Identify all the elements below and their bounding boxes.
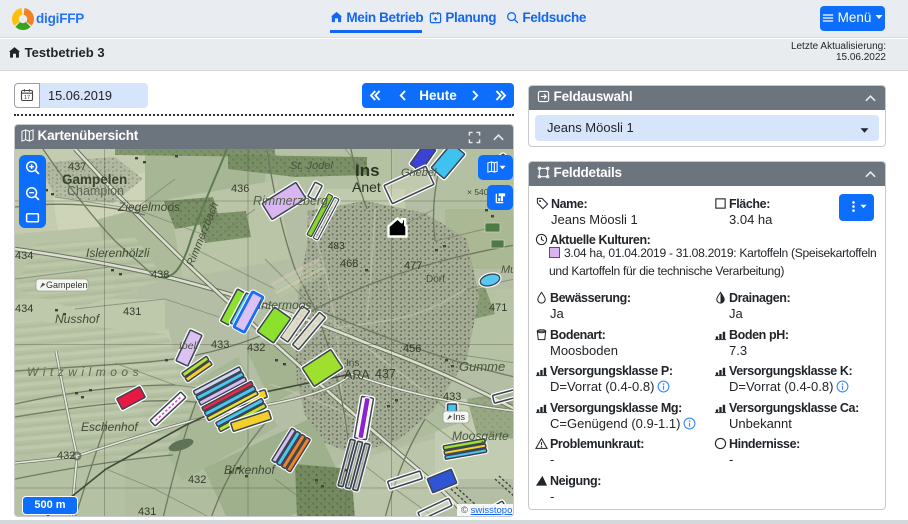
svg-text:432: 432 — [247, 342, 265, 354]
svg-text:437: 437 — [375, 367, 396, 381]
svg-text:471: 471 — [489, 302, 507, 314]
svg-text:Anet: Anet — [352, 179, 381, 195]
svg-text:Islerenhölzli: Islerenhölzli — [86, 246, 150, 260]
svg-text:× 540: × 540 — [467, 187, 489, 197]
svg-text:483: 483 — [328, 241, 345, 252]
svg-text:438: 438 — [151, 269, 169, 281]
svg-text:468: 468 — [340, 258, 358, 270]
svg-text:Witzwilmoos: Witzwilmoos — [27, 365, 143, 379]
svg-text:Birkenhof: Birkenhof — [224, 463, 276, 477]
svg-text:Eschenhof: Eschenhof — [81, 420, 139, 434]
svg-text:Ibeli: Ibeli — [179, 340, 199, 352]
svg-text:Gumme: Gumme — [459, 359, 505, 374]
svg-text:Dorf: Dorf — [426, 274, 445, 285]
svg-text:433: 433 — [443, 391, 461, 403]
svg-text:St. Jodel: St. Jodel — [290, 160, 333, 172]
svg-text:477: 477 — [404, 260, 422, 272]
svg-text:Nusshof: Nusshof — [55, 312, 101, 326]
svg-text:Ins: Ins — [346, 358, 359, 369]
svg-text:432: 432 — [57, 450, 75, 462]
svg-text:434: 434 — [15, 303, 33, 315]
svg-text:Rimmerzberg: Rimmerzberg — [253, 194, 328, 208]
svg-text:434: 434 — [15, 250, 33, 262]
svg-text:Mu: Mu — [501, 264, 514, 276]
svg-text:17: 17 — [24, 95, 30, 101]
svg-text:ARA: ARA — [344, 368, 370, 382]
svg-text:433: 433 — [211, 339, 229, 351]
svg-text:Griebel: Griebel — [401, 167, 437, 179]
svg-text:431: 431 — [138, 506, 156, 517]
svg-text:Champion: Champion — [67, 184, 124, 198]
svg-text:Ins: Ins — [453, 412, 466, 422]
svg-text:Intermoos: Intermoos — [258, 298, 311, 312]
svg-text:Ins: Ins — [355, 161, 380, 180]
svg-text:432: 432 — [188, 474, 206, 486]
svg-text:456: 456 — [403, 343, 421, 355]
svg-text:Ziegelmoos: Ziegelmoos — [117, 200, 180, 214]
svg-text:Moosgärte: Moosgärte — [452, 429, 509, 443]
svg-text:436: 436 — [231, 183, 249, 195]
svg-text:Gampelen: Gampelen — [46, 280, 88, 290]
svg-text:437: 437 — [68, 161, 86, 173]
svg-text:431: 431 — [123, 306, 141, 318]
